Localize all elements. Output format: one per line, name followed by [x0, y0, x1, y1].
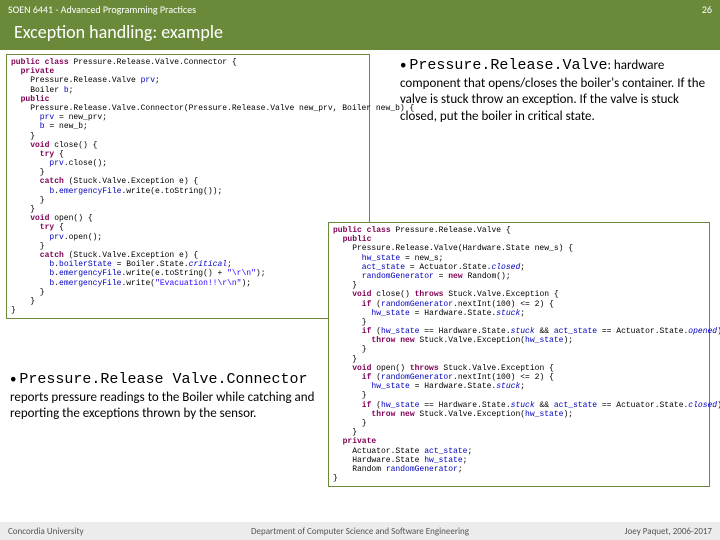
valve-description: • Pressure.Release.Valve: hardware compo… [400, 56, 710, 126]
slide-content: public class Pressure.Release.Valve.Conn… [0, 50, 720, 522]
code-box-connector: public class Pressure.Release.Valve.Conn… [6, 54, 370, 319]
slide-title: Exception handling: example [0, 19, 720, 49]
connector-description-body: reports pressure readings to the Boiler … [10, 390, 314, 422]
code-box-valve: public class Pressure.Release.Valve { pu… [328, 222, 710, 487]
connector-description: • Pressure.Release Valve.Connector repor… [10, 370, 320, 423]
footer-university: Concordia University [0, 526, 200, 537]
course-label: SOEN 6441 - Advanced Programming Practic… [0, 0, 720, 19]
footer-department: Department of Computer Science and Softw… [200, 526, 520, 537]
slide-footer: Concordia University Department of Compu… [0, 522, 720, 540]
slide-header: SOEN 6441 - Advanced Programming Practic… [0, 0, 720, 50]
page-number: 26 [702, 3, 712, 16]
connector-class-name: Pressure.Release Valve.Connector [19, 371, 307, 388]
footer-author: Joey Paquet, 2006-2017 [520, 526, 720, 537]
valve-class-name: Pressure.Release.Valve [409, 57, 607, 74]
